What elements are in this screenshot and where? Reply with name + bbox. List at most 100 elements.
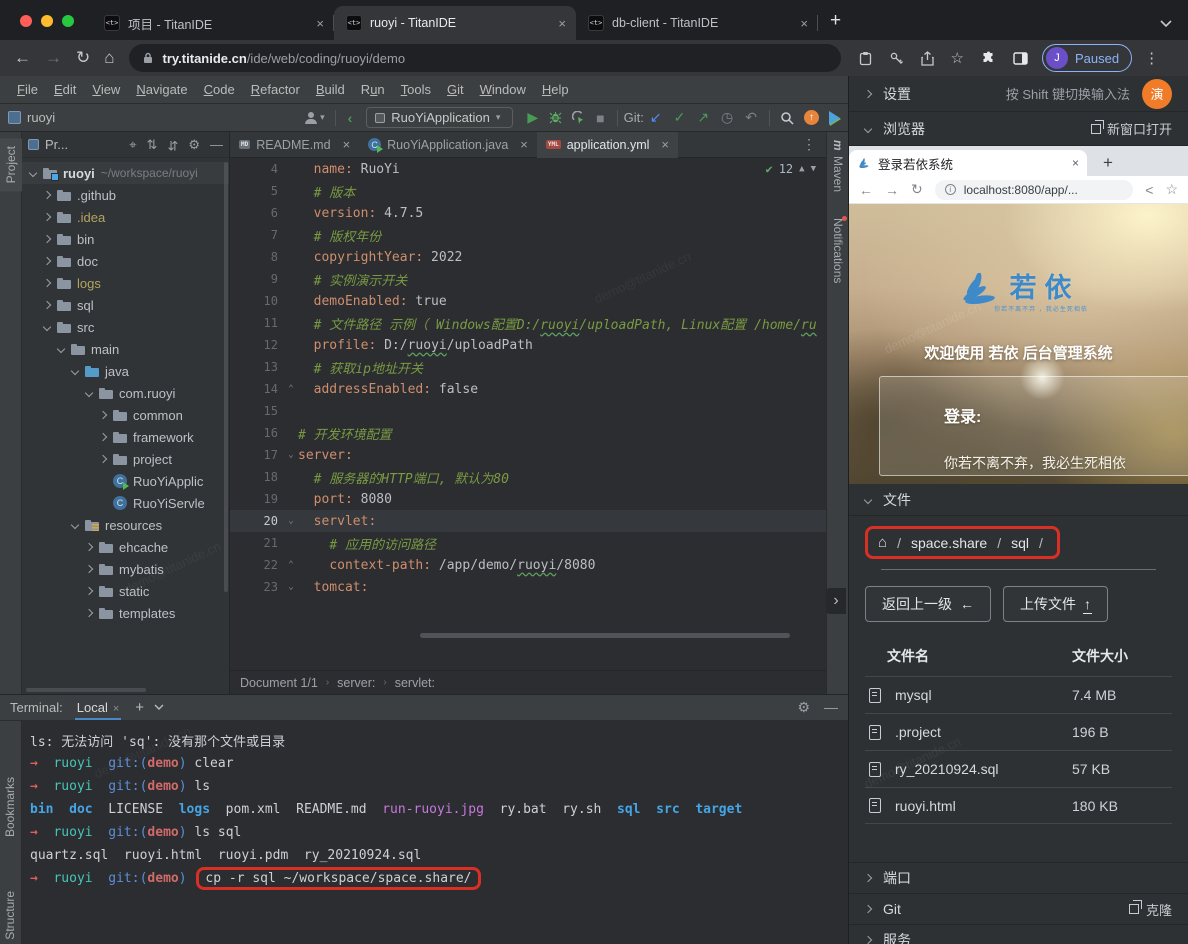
- window-controls[interactable]: [20, 15, 74, 27]
- menu-tools[interactable]: Tools: [394, 79, 438, 100]
- code-line-22[interactable]: 22⌃ context-path: /app/demo/ruoyi/8080: [230, 554, 826, 576]
- section-git[interactable]: Git 克隆: [849, 893, 1188, 924]
- breadcrumb-item[interactable]: server:: [337, 676, 375, 690]
- close-tab-icon[interactable]: ×: [558, 16, 566, 31]
- upload-file-button[interactable]: 上传文件↑: [1003, 586, 1108, 622]
- close-terminal-tab-icon[interactable]: ×: [113, 703, 119, 715]
- preview-forward-icon[interactable]: →: [885, 182, 899, 198]
- chevron-right-icon[interactable]: [43, 213, 51, 221]
- chevron-down-icon[interactable]: [71, 521, 79, 529]
- address-bar[interactable]: try.titanide.cn/ide/web/coding/ruoyi/dem…: [129, 44, 841, 72]
- code-line-17[interactable]: 17⌄server:: [230, 444, 826, 466]
- share-icon[interactable]: [921, 51, 934, 66]
- chevron-right-icon[interactable]: [43, 301, 51, 309]
- close-tab-icon[interactable]: ×: [800, 16, 808, 31]
- close-editor-tab-icon[interactable]: ×: [661, 137, 669, 152]
- tree-item-.github[interactable]: .github: [22, 184, 229, 206]
- tree-item-common[interactable]: common: [22, 404, 229, 426]
- user-icon[interactable]: [304, 111, 318, 125]
- hide-panel-icon[interactable]: —: [210, 137, 223, 152]
- menu-navigate[interactable]: Navigate: [129, 79, 194, 100]
- code-line-23[interactable]: 23⌄ tomcat:: [230, 576, 826, 598]
- profile-chip[interactable]: J Paused: [1042, 44, 1132, 72]
- code-line-5[interactable]: 5 # 版本: [230, 180, 826, 202]
- rollback-icon[interactable]: ↶: [745, 109, 757, 126]
- chevron-right-icon[interactable]: [43, 257, 51, 265]
- breadcrumb-item[interactable]: sql: [1011, 535, 1029, 551]
- menu-help[interactable]: Help: [535, 79, 576, 100]
- tree-item-ruoyi[interactable]: ruoyi~/workspace/ruoyi: [22, 162, 229, 184]
- code-line-14[interactable]: 14⌃ addressEnabled: false: [230, 378, 826, 400]
- git-push-icon[interactable]: ↗: [697, 109, 709, 126]
- tree-item-logs[interactable]: logs: [22, 272, 229, 294]
- tree-item-mybatis[interactable]: mybatis: [22, 558, 229, 580]
- preview-reload-icon[interactable]: ↻: [911, 181, 923, 198]
- code-line-12[interactable]: 12 profile: D:/ruoyi/uploadPath: [230, 334, 826, 356]
- bookmark-star-icon[interactable]: ☆: [951, 49, 964, 67]
- gradle-run-icon[interactable]: [829, 111, 840, 125]
- code-line-8[interactable]: 8 copyrightYear: 2022: [230, 246, 826, 268]
- breadcrumb-item[interactable]: Document 1/1: [240, 676, 318, 690]
- home-icon[interactable]: ⌂: [878, 534, 887, 551]
- files-breadcrumb[interactable]: ⌂ / space.share / sql /: [865, 526, 1060, 559]
- new-tab-button[interactable]: +: [830, 10, 841, 32]
- breadcrumb-item[interactable]: servlet:: [395, 676, 435, 690]
- chevron-right-icon[interactable]: [43, 235, 51, 243]
- debug-button[interactable]: [549, 111, 562, 124]
- run-button[interactable]: ▶: [527, 109, 538, 126]
- tree-item-main[interactable]: main: [22, 338, 229, 360]
- preview-new-tab-icon[interactable]: +: [1103, 153, 1113, 176]
- update-available-icon[interactable]: ↑: [804, 110, 819, 125]
- section-services[interactable]: 服务: [849, 924, 1188, 944]
- extensions-icon[interactable]: [981, 51, 996, 66]
- terminal-output[interactable]: ls: 无法访问 'sq': 没有那个文件或目录→ ruoyi git:(dem…: [22, 721, 848, 944]
- password-key-icon[interactable]: [889, 51, 904, 66]
- maximize-window-button[interactable]: [62, 15, 74, 27]
- expand-all-icon[interactable]: ⇅: [147, 137, 158, 153]
- section-files[interactable]: 文件: [849, 484, 1188, 516]
- tree-item-sql[interactable]: sql: [22, 294, 229, 316]
- editor-tab-RuoYiApplication.java[interactable]: CRuoYiApplication.java×: [359, 132, 537, 158]
- inspections-widget[interactable]: ✔ 12 ▲ ▼: [765, 162, 816, 176]
- editor-scrollbar-horizontal[interactable]: [420, 633, 790, 638]
- tool-tab-structure[interactable]: Structure: [3, 891, 17, 940]
- demo-badge[interactable]: 演: [1142, 79, 1172, 109]
- tree-item-static[interactable]: static: [22, 580, 229, 602]
- load-changes-icon[interactable]: ‹: [348, 110, 353, 126]
- chevron-right-icon[interactable]: [99, 455, 107, 463]
- code-line-11[interactable]: 11 # 文件路径 示例（ Windows配置D:/ruoyi/uploadPa…: [230, 312, 826, 334]
- editor-tab-README.md[interactable]: MDREADME.md×: [230, 132, 359, 158]
- coverage-button[interactable]: [572, 111, 585, 124]
- browser-tab-2[interactable]: <t>ruoyi - TitanIDE×: [334, 6, 576, 40]
- home-icon[interactable]: ⌂: [104, 48, 114, 68]
- chevron-down-icon[interactable]: [85, 389, 93, 397]
- chevron-down-icon[interactable]: [29, 169, 37, 177]
- history-icon[interactable]: ◷: [721, 109, 733, 126]
- tree-item-framework[interactable]: framework: [22, 426, 229, 448]
- panel-expander-icon[interactable]: ›: [826, 588, 846, 614]
- code-line-6[interactable]: 6 version: 4.7.5: [230, 202, 826, 224]
- minimize-window-button[interactable]: [41, 15, 53, 27]
- collapse-all-icon[interactable]: ⇅: [167, 137, 178, 153]
- section-browser[interactable]: 浏览器 新窗口打开: [849, 112, 1188, 146]
- file-row-ry_20210924.sql[interactable]: ry_20210924.sql57 KB: [865, 750, 1172, 787]
- tree-item-bin[interactable]: bin: [22, 228, 229, 250]
- new-terminal-icon[interactable]: +: [135, 699, 144, 716]
- chevron-right-icon[interactable]: [85, 565, 93, 573]
- preview-address-bar[interactable]: i localhost:8080/app/...: [935, 180, 1134, 200]
- chevron-right-icon[interactable]: [85, 543, 93, 551]
- tree-item-ruoyiapplic[interactable]: CRuoYiApplic: [22, 470, 229, 492]
- project-scrollbar-vertical[interactable]: [224, 162, 228, 592]
- file-row-ruoyi.html[interactable]: ruoyi.html180 KB: [865, 787, 1172, 824]
- code-editor[interactable]: 4 name: RuoYi5 # 版本6 version: 4.7.57 # 版…: [230, 158, 826, 670]
- side-panel-icon[interactable]: [1013, 52, 1028, 65]
- tree-item-ehcache[interactable]: ehcache: [22, 536, 229, 558]
- code-line-20[interactable]: 20⌄ servlet:: [230, 510, 826, 532]
- tab-search-chevron-icon[interactable]: [1160, 20, 1172, 28]
- browser-tab-1[interactable]: <t>项目 - TitanIDE×: [92, 6, 334, 40]
- chevron-right-icon[interactable]: [43, 191, 51, 199]
- run-config-selector[interactable]: RuoYiApplication ▾: [366, 107, 513, 128]
- code-line-9[interactable]: 9 # 实例演示开关: [230, 268, 826, 290]
- preview-back-icon[interactable]: ←: [859, 182, 873, 198]
- terminal-hide-icon[interactable]: —: [824, 699, 838, 716]
